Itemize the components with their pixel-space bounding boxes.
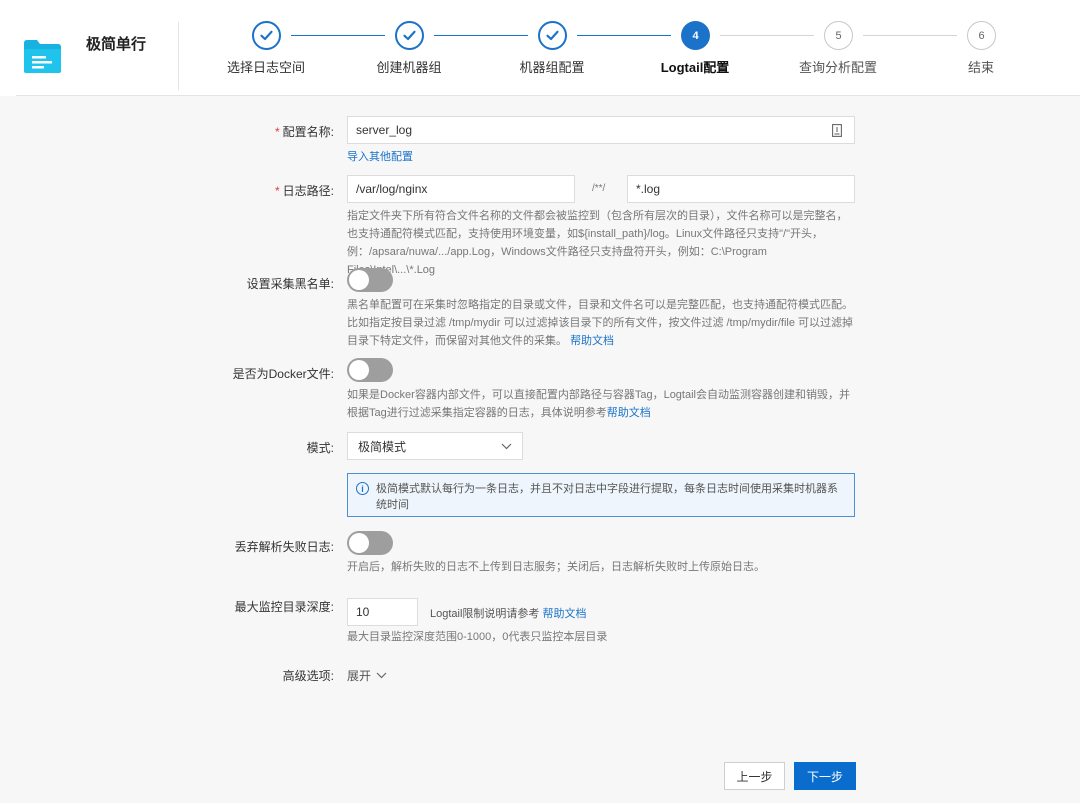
mode-info-box: i 极简模式默认每行为一条日志，并且不对日志中字段进行提取，每条日志时间使用采集… [347, 473, 855, 517]
import-config-link[interactable]: 导入其他配置 [347, 148, 413, 164]
blacklist-toggle[interactable] [347, 268, 393, 292]
step-5-label: 查询分析配置 [798, 60, 878, 75]
step-2-check-icon[interactable] [395, 21, 424, 50]
step-1-check-icon[interactable] [252, 21, 281, 50]
config-name-label: * 配置名称: [274, 125, 334, 139]
chevron-down-icon [376, 672, 387, 679]
step-3-label: 机器组配置 [519, 60, 585, 75]
step-connector [863, 35, 957, 36]
max-depth-help-doc-link[interactable]: 帮助文档 [542, 608, 586, 620]
document-icon[interactable] [832, 124, 842, 137]
header-divider [16, 95, 1080, 96]
toggle-knob [349, 360, 369, 380]
advanced-expand-toggle[interactable]: 展开 [347, 667, 387, 684]
mode-label: 模式: [306, 441, 334, 455]
required-mark: * [274, 125, 280, 139]
docker-help-doc-link[interactable]: 帮助文档 [607, 407, 651, 419]
chevron-down-icon [501, 443, 512, 449]
docker-toggle[interactable] [347, 358, 393, 382]
mode-select[interactable]: 极简模式 [347, 432, 523, 460]
required-mark: * [274, 184, 280, 198]
step-1-label: 选择日志空间 [226, 60, 306, 75]
step-4-label: Logtail配置 [660, 60, 730, 75]
step-3-check-icon[interactable] [538, 21, 567, 50]
docker-label: 是否为Docker文件: [232, 367, 334, 381]
step-connector [434, 35, 528, 36]
toggle-knob [349, 270, 369, 290]
step-6-label: 结束 [967, 60, 995, 75]
step-6-number: 6 [967, 21, 996, 50]
discard-failed-label: 丢弃解析失败日志: [234, 540, 334, 554]
step-2-label: 创建机器组 [376, 60, 442, 75]
logstore-folder-icon [24, 40, 61, 73]
path-separator: /**/ [592, 183, 606, 194]
advanced-label: 高级选项: [282, 669, 334, 683]
log-path-help: 指定文件夹下所有符合文件名称的文件都会被监控到（包含所有层次的目录），文件名称可… [347, 210, 848, 276]
discard-failed-toggle[interactable] [347, 531, 393, 555]
app-title: 极简单行 [86, 36, 147, 53]
discard-failed-help: 开启后，解析失败的日志不上传到日志服务；关闭后，日志解析失败时上传原始日志。 [347, 561, 765, 573]
blacklist-help: 黑名单配置可在采集时忽略指定的目录或文件，目录和文件名可以是完整匹配，也支持通配… [347, 299, 854, 347]
step-5-number: 5 [824, 21, 853, 50]
step-connector [720, 35, 814, 36]
wizard-header [0, 0, 1080, 96]
config-name-input[interactable]: server_log [347, 116, 855, 144]
header-vertical-divider [178, 22, 179, 90]
blacklist-help-doc-link[interactable]: 帮助文档 [570, 335, 614, 347]
step-connector [291, 35, 385, 36]
blacklist-label: 设置采集黑名单: [246, 277, 334, 291]
next-step-button[interactable]: 下一步 [794, 762, 856, 790]
toggle-knob [349, 533, 369, 553]
info-icon: i [356, 482, 369, 495]
log-path-label: * 日志路径: [274, 184, 334, 198]
step-connector [577, 35, 671, 36]
log-dir-input[interactable]: /var/log/nginx [347, 175, 575, 203]
max-depth-help: 最大目录监控深度范围0-1000，0代表只监控本层目录 [347, 631, 608, 643]
step-4-number: 4 [681, 21, 710, 50]
log-file-pattern-input[interactable]: *.log [627, 175, 855, 203]
docker-help: 如果是Docker容器内部文件，可以直接配置内部路径与容器Tag，Logtail… [347, 389, 850, 419]
max-depth-input[interactable]: 10 [347, 598, 418, 626]
prev-step-button[interactable]: 上一步 [724, 762, 785, 790]
max-depth-note: Logtail限制说明请参考 帮助文档 [430, 608, 587, 620]
max-depth-label: 最大监控目录深度: [234, 600, 334, 614]
